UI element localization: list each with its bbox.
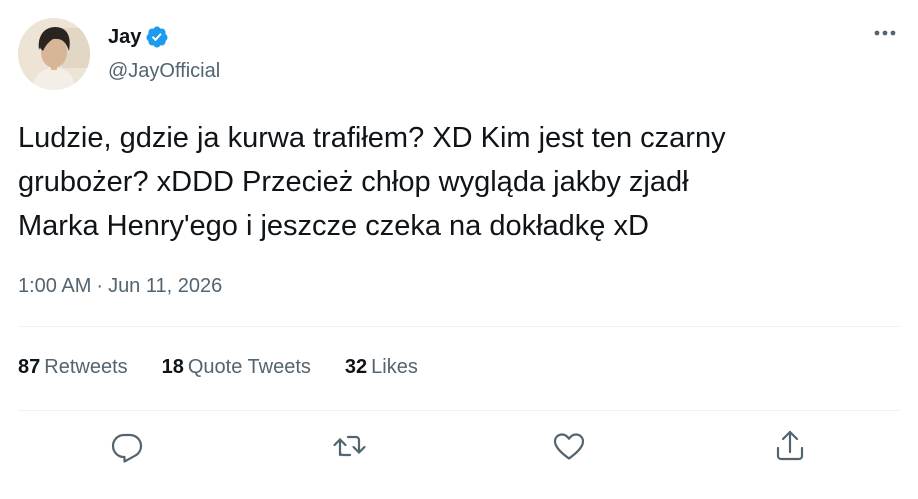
author-row: Jay bbox=[108, 25, 169, 49]
action-bar bbox=[0, 420, 918, 470]
likes-stat[interactable]: 32 Likes bbox=[345, 356, 418, 379]
tweet-card: Jay @JayOfficial Ludzie, gdzie ja kurwa … bbox=[0, 0, 918, 499]
quote-tweets-count: 18 bbox=[161, 356, 184, 378]
tweet-date[interactable]: Jun 11, 2026 bbox=[108, 275, 222, 297]
more-options-icon[interactable] bbox=[868, 20, 902, 46]
retweets-count: 87 bbox=[18, 356, 41, 378]
meta-separator: · bbox=[96, 275, 104, 297]
reply-icon[interactable] bbox=[107, 426, 147, 466]
display-name[interactable]: Jay bbox=[108, 26, 141, 49]
retweets-stat[interactable]: 87 Retweets bbox=[18, 356, 128, 379]
retweets-label: Retweets bbox=[44, 356, 128, 378]
engagement-stats: 87 Retweets 18 Quote Tweets 32 Likes bbox=[18, 356, 452, 379]
likes-count: 32 bbox=[344, 356, 368, 378]
tweet-text: Ludzie, gdzie ja kurwa trafiłem? XD Kim … bbox=[18, 122, 726, 242]
share-icon[interactable] bbox=[770, 426, 810, 466]
like-icon[interactable] bbox=[549, 426, 589, 466]
divider bbox=[18, 410, 900, 411]
quote-tweets-label: Quote Tweets bbox=[187, 356, 311, 378]
user-handle[interactable]: @JayOfficial bbox=[108, 60, 220, 83]
avatar-image bbox=[18, 18, 90, 90]
likes-label: Likes bbox=[371, 356, 418, 378]
quote-tweets-stat[interactable]: 18 Quote Tweets bbox=[162, 356, 311, 379]
tweet-time[interactable]: 1:00 AM bbox=[18, 275, 91, 297]
verified-badge-icon bbox=[145, 25, 169, 49]
divider bbox=[18, 326, 900, 327]
tweet-timestamp[interactable]: 1:00 AM · Jun 11, 2026 bbox=[18, 275, 222, 298]
retweet-icon[interactable] bbox=[329, 426, 369, 466]
avatar[interactable] bbox=[18, 18, 90, 90]
